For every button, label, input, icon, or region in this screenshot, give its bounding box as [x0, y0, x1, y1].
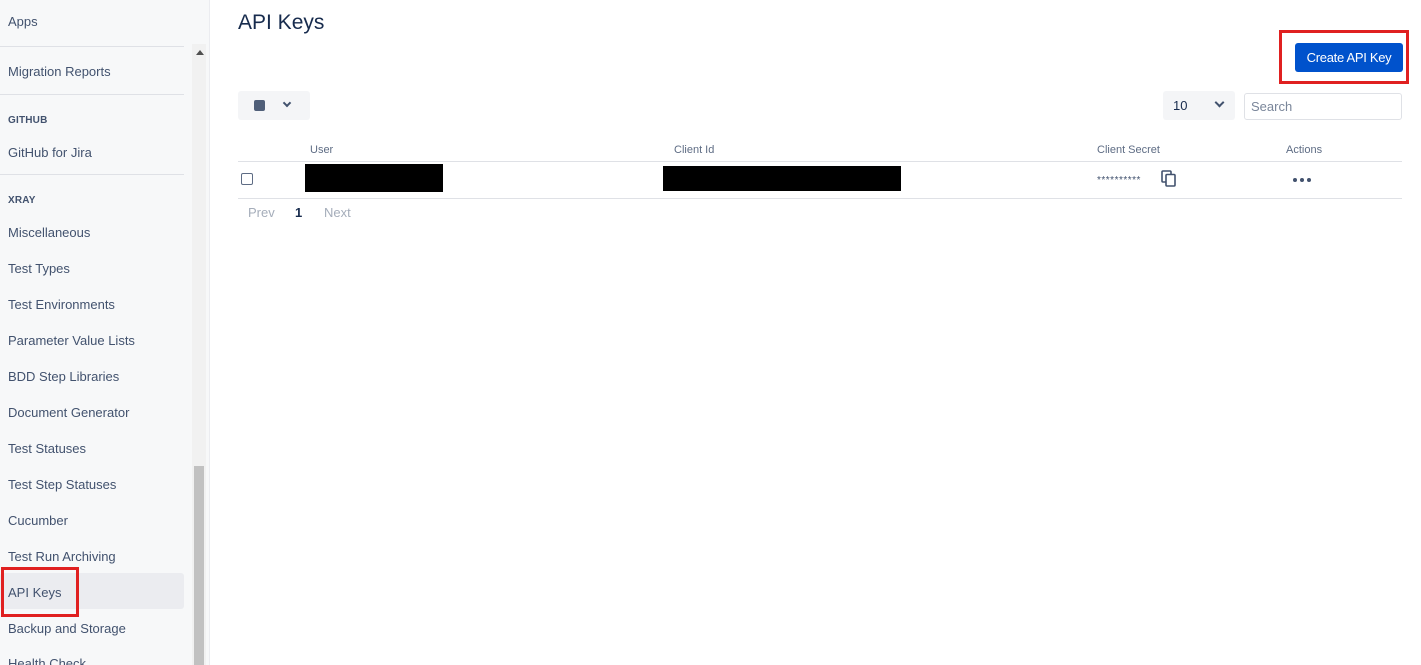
- pagination-next[interactable]: Next: [324, 205, 351, 220]
- sidebar-item-apps[interactable]: Apps: [8, 14, 38, 29]
- sidebar-heading-xray: XRAY: [8, 195, 36, 206]
- row-checkbox[interactable]: [241, 173, 253, 185]
- sidebar-item-cucumber[interactable]: Cucumber: [8, 513, 68, 528]
- sidebar-divider: [0, 46, 184, 47]
- sidebar-divider: [0, 174, 184, 175]
- sidebar-item-test-step-statuses[interactable]: Test Step Statuses: [8, 477, 116, 492]
- column-header-client-id[interactable]: Client Id: [674, 144, 714, 156]
- chevron-down-icon: [1214, 97, 1225, 108]
- sidebar-item-parameter-value-lists[interactable]: Parameter Value Lists: [8, 333, 135, 348]
- copy-icon[interactable]: [1161, 170, 1177, 187]
- sidebar-scrollbar-thumb[interactable]: [194, 466, 204, 665]
- column-header-actions: Actions: [1286, 144, 1323, 156]
- table-header-divider: [238, 161, 1402, 162]
- scroll-up-arrow-icon[interactable]: [196, 50, 204, 55]
- sidebar-heading-github: GITHUB: [8, 115, 48, 126]
- chevron-down-icon: [282, 98, 292, 108]
- sidebar: Apps Migration Reports GITHUB GitHub for…: [0, 0, 210, 665]
- sidebar-item-bdd-step-libraries[interactable]: BDD Step Libraries: [8, 369, 119, 384]
- column-header-client-secret[interactable]: Client Secret: [1097, 144, 1160, 156]
- bulk-select-dropdown[interactable]: [238, 91, 310, 120]
- more-actions-icon[interactable]: [1292, 177, 1312, 183]
- sidebar-item-document-generator[interactable]: Document Generator: [8, 405, 129, 420]
- sidebar-item-backup-and-storage[interactable]: Backup and Storage: [8, 621, 126, 636]
- pagination-current-page[interactable]: 1: [295, 205, 302, 220]
- table-row-divider: [238, 198, 1402, 199]
- sidebar-item-miscellaneous[interactable]: Miscellaneous: [8, 225, 90, 240]
- sidebar-item-test-types[interactable]: Test Types: [8, 261, 70, 276]
- highlight-box-api-keys: [1, 567, 79, 617]
- sidebar-item-migration-reports[interactable]: Migration Reports: [8, 64, 111, 79]
- sidebar-divider: [0, 94, 184, 95]
- create-api-key-button[interactable]: Create API Key: [1295, 43, 1403, 72]
- page-size-select[interactable]: 10: [1163, 91, 1235, 120]
- client-secret-masked: **********: [1097, 175, 1141, 186]
- sidebar-item-test-statuses[interactable]: Test Statuses: [8, 441, 86, 456]
- sidebar-item-health-check[interactable]: Health Check: [8, 656, 86, 665]
- page-size-value: 10: [1173, 98, 1188, 113]
- pagination-prev[interactable]: Prev: [248, 205, 275, 220]
- sidebar-item-test-run-archiving[interactable]: Test Run Archiving: [8, 549, 116, 564]
- redacted-user: [305, 164, 443, 192]
- redacted-client-id: [663, 166, 901, 191]
- sidebar-item-test-environments[interactable]: Test Environments: [8, 297, 115, 312]
- sidebar-item-github-for-jira[interactable]: GitHub for Jira: [8, 145, 92, 160]
- page-title: API Keys: [238, 11, 325, 34]
- column-header-user[interactable]: User: [310, 144, 333, 156]
- search-input[interactable]: [1244, 93, 1402, 120]
- select-all-square-icon: [254, 100, 265, 111]
